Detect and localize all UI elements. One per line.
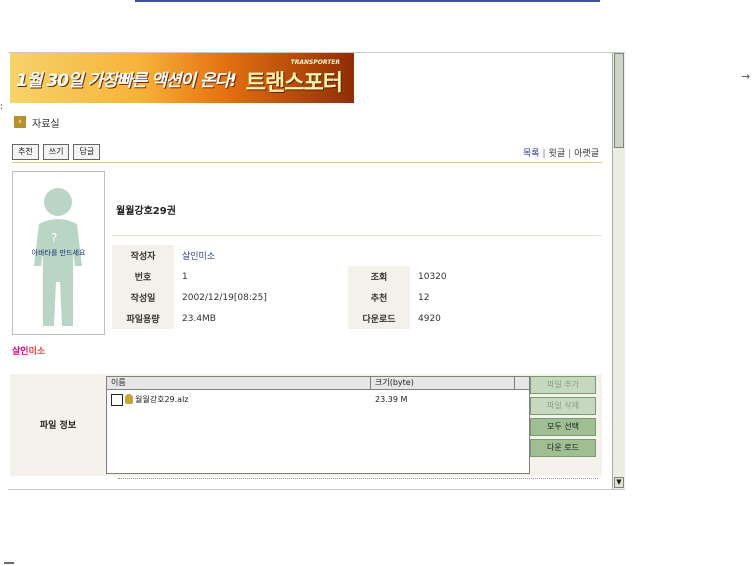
divider: |	[568, 149, 572, 159]
divider: |	[542, 149, 546, 159]
banner-left-text: 1월 30일 가장빠른 액션이 온다!	[16, 71, 237, 91]
download-button[interactable]: 다운 로드	[530, 439, 596, 457]
navigation-links: 목록 | 윗글 | 아랫글	[523, 146, 599, 159]
list-link[interactable]: 목록	[523, 149, 540, 159]
file-checkbox[interactable]	[111, 394, 123, 406]
file-row[interactable]: 월월강호29.alz 23.39 M	[109, 393, 527, 406]
avatar: ? 아바타를 만드세요	[12, 171, 105, 335]
separator-line	[12, 162, 602, 163]
archive-file-icon	[125, 394, 133, 404]
next-post-link[interactable]: 아랫글	[574, 149, 599, 159]
banner-right-text: 트랜스포터	[245, 71, 343, 96]
views-value: 10320	[418, 271, 447, 282]
file-button-group: 파일 추가 파일 삭제 모두 선택 다운 로드	[530, 376, 596, 460]
write-button[interactable]: 쓰기	[42, 144, 70, 160]
action-button-bar: 추천 쓰기 답글	[12, 144, 101, 160]
chevron-right-icon: ›	[14, 116, 26, 128]
size-value: 23.4MB	[182, 313, 216, 324]
author-name-part-1: 살인	[12, 347, 29, 357]
section-title: › 자료실	[14, 115, 60, 130]
views-label: 조회	[348, 266, 410, 287]
number-value: 1	[182, 271, 188, 282]
author-label: 작성자	[112, 245, 174, 266]
delete-file-button[interactable]: 파일 삭제	[530, 397, 596, 415]
author-name-part-2: 미소	[28, 347, 46, 357]
recommend-value: 12	[418, 292, 430, 303]
separator-line	[112, 235, 602, 236]
previous-post-link[interactable]: 윗글	[549, 149, 566, 159]
post-info-table: 작성자 살인미소 번호 1 조회 10320 작성일 2002/12/19[08…	[112, 245, 600, 329]
banner-ad[interactable]: 1월 30일 가장빠른 액션이 온다! TRANSPORTER 트랜스포터	[10, 53, 354, 103]
file-info-label: 파일 정보	[39, 421, 77, 431]
recommend-button[interactable]: 추천	[12, 144, 39, 160]
post-title: 월월강호29권	[116, 206, 176, 217]
file-list-panel[interactable]: 이름 크기(byte) 월월강호29.alz 23.39 M	[106, 376, 530, 474]
file-info-section: 파일 정보 이름 크기(byte) 월월강호29.alz 23.39 M 파일 …	[10, 374, 602, 476]
file-size: 23.39 M	[375, 395, 408, 404]
question-mark-icon: ?	[51, 231, 57, 245]
top-border-line	[135, 0, 600, 2]
content-frame: 1월 30일 가장빠른 액션이 온다! TRANSPORTER 트랜스포터 › …	[8, 52, 625, 490]
author-value: 살인미소	[174, 245, 600, 266]
recommend-label: 추천	[348, 287, 410, 308]
left-mark: :	[0, 102, 4, 112]
vertical-scrollbar[interactable]: ▼	[612, 53, 625, 489]
date-label: 작성일	[112, 287, 174, 308]
file-list-header: 이름 크기(byte)	[107, 377, 529, 390]
section-title-text: 자료실	[32, 118, 60, 130]
dotted-separator	[118, 478, 598, 479]
select-all-button[interactable]: 모두 선택	[530, 418, 596, 436]
size-label: 파일용량	[112, 308, 174, 329]
avatar-caption: 아바타를 만드세요	[31, 249, 86, 257]
name-column-header[interactable]: 이름	[107, 377, 371, 389]
downloads-label: 다운로드	[348, 308, 410, 329]
downloads-value: 4920	[418, 313, 441, 324]
size-column-header[interactable]: 크기(byte)	[371, 377, 515, 389]
bottom-mark	[4, 562, 14, 564]
file-name: 월월강호29.alz	[135, 395, 189, 404]
author-link[interactable]: 살인미소	[182, 252, 215, 262]
add-file-button[interactable]: 파일 추가	[530, 376, 596, 394]
number-label: 번호	[112, 266, 174, 287]
date-value: 2002/12/19[08:25]	[182, 292, 267, 303]
scroll-down-arrow-icon[interactable]: ▼	[614, 477, 624, 488]
author-display-name[interactable]: 살인미소	[12, 344, 45, 357]
scroll-thumb[interactable]	[614, 53, 624, 148]
reply-button[interactable]: 답글	[73, 144, 101, 160]
arrow-right-icon: →	[741, 70, 751, 83]
